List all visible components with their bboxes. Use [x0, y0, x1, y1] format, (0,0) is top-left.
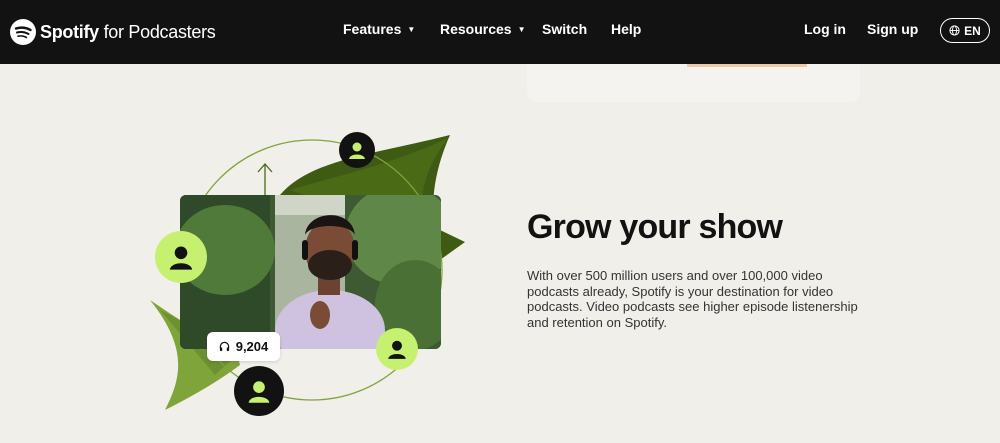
user-avatar-left [155, 231, 207, 283]
chevron-down-icon: ▼ [407, 24, 416, 34]
nav-features[interactable]: Features ▼ [343, 21, 415, 37]
headphones-icon [219, 341, 229, 352]
nav-help-label: Help [611, 21, 642, 37]
user-icon [388, 340, 406, 359]
nav-resources-label: Resources [440, 21, 512, 37]
logo-brand: Spotify [40, 21, 99, 42]
listener-count-badge: 9,204 [207, 332, 280, 361]
section-headline: Grow your show [527, 208, 783, 246]
logo-wordmark: Spotify for Podcasters [40, 21, 216, 43]
podcaster-photo [180, 195, 441, 349]
listener-count: 9,204 [235, 339, 269, 354]
language-button[interactable]: EN [940, 18, 990, 43]
nav-help[interactable]: Help [611, 21, 641, 37]
previous-section-accent [687, 64, 807, 67]
nav-resources[interactable]: Resources ▼ [440, 21, 526, 37]
language-label: EN [964, 23, 981, 38]
user-icon [169, 246, 193, 270]
nav-switch-label: Switch [542, 21, 588, 37]
nav-features-label: Features [343, 21, 402, 37]
top-navbar: Spotify for Podcasters Features ▼ Resour… [0, 0, 1000, 64]
login-link[interactable]: Log in [804, 21, 846, 37]
login-label: Log in [804, 21, 846, 37]
signup-link[interactable]: Sign up [867, 21, 918, 37]
globe-icon [949, 25, 960, 36]
user-icon [349, 142, 365, 159]
user-icon [248, 381, 270, 403]
grow-show-illustration: 9,204 [140, 120, 480, 420]
logo-suffix: for Podcasters [103, 21, 216, 42]
section-description: With over 500 million users and over 100… [527, 268, 858, 330]
nav-switch[interactable]: Switch [542, 21, 587, 37]
user-avatar-top [339, 132, 375, 168]
previous-section-card [527, 64, 860, 102]
user-avatar-bottom [234, 366, 284, 416]
signup-label: Sign up [867, 21, 919, 37]
chevron-down-icon: ▼ [517, 24, 526, 34]
spotify-logo[interactable]: Spotify for Podcasters [10, 18, 216, 46]
user-avatar-right [376, 328, 418, 370]
spotify-icon [10, 19, 36, 45]
